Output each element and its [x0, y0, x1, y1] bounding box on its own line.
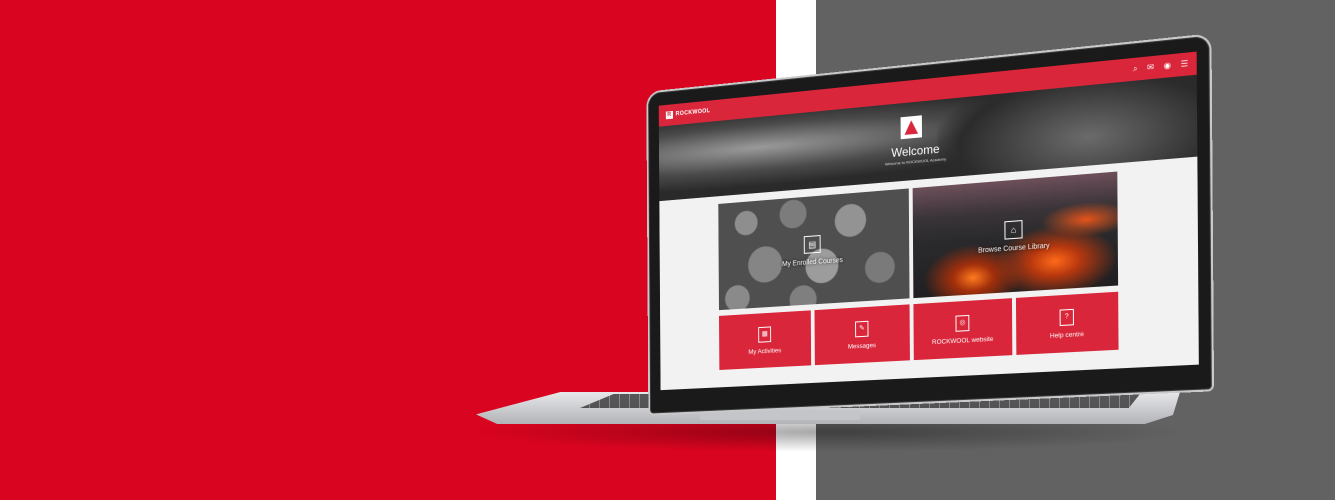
- browse-course-library-label: Browse Course Library: [978, 242, 1050, 255]
- browse-course-library-tile[interactable]: ⌂ Browse Course Library: [912, 171, 1119, 299]
- library-icon: ⌂: [1004, 219, 1023, 240]
- help-centre-tile[interactable]: ? Help centre: [1015, 291, 1119, 355]
- help-centre-label: Help centre: [1049, 330, 1084, 340]
- menu-icon[interactable]: ☰: [1180, 59, 1188, 69]
- laptop-screen-bezel: R ROCKWOOL ⌕ ✉ ◉ ☰ Welcome Welcome to RO…: [648, 35, 1212, 414]
- marketing-banner: R ROCKWOOL ⌕ ✉ ◉ ☰ Welcome Welcome to RO…: [0, 0, 1335, 500]
- course-icon: ▤: [803, 234, 821, 254]
- logo-text: ROCKWOOL: [675, 108, 711, 118]
- help-icon: ?: [1059, 308, 1074, 326]
- my-activities-tile[interactable]: ▦ My Activities: [719, 310, 812, 370]
- topbar-icons: ⌕ ✉ ◉ ☰: [1133, 59, 1188, 74]
- messages-label: Messages: [847, 341, 877, 351]
- rockwool-website-label: ROCKWOOL website: [932, 335, 994, 346]
- laptop-trackpad: [700, 410, 860, 420]
- my-activities-label: My Activities: [748, 346, 782, 356]
- logo-mark-icon: R: [665, 110, 673, 120]
- learning-portal-screen: R ROCKWOOL ⌕ ✉ ◉ ☰ Welcome Welcome to RO…: [658, 51, 1199, 391]
- search-icon[interactable]: ⌕: [1133, 64, 1138, 74]
- user-icon[interactable]: ◉: [1164, 60, 1171, 70]
- activities-icon: ▦: [758, 325, 772, 343]
- my-enrolled-courses-tile[interactable]: ▤ My Enrolled Courses: [718, 188, 910, 311]
- messages-tile[interactable]: ✎ Messages: [814, 304, 910, 366]
- rockwool-website-tile[interactable]: ◎ ROCKWOOL website: [913, 298, 1013, 361]
- notification-icon[interactable]: ✉: [1147, 62, 1154, 72]
- globe-icon: ◎: [955, 314, 970, 332]
- rockwool-logo[interactable]: R ROCKWOOL: [665, 107, 711, 120]
- messages-icon: ✎: [855, 320, 869, 337]
- rockwool-emblem-icon: [900, 115, 923, 140]
- my-enrolled-courses-label: My Enrolled Courses: [782, 256, 843, 268]
